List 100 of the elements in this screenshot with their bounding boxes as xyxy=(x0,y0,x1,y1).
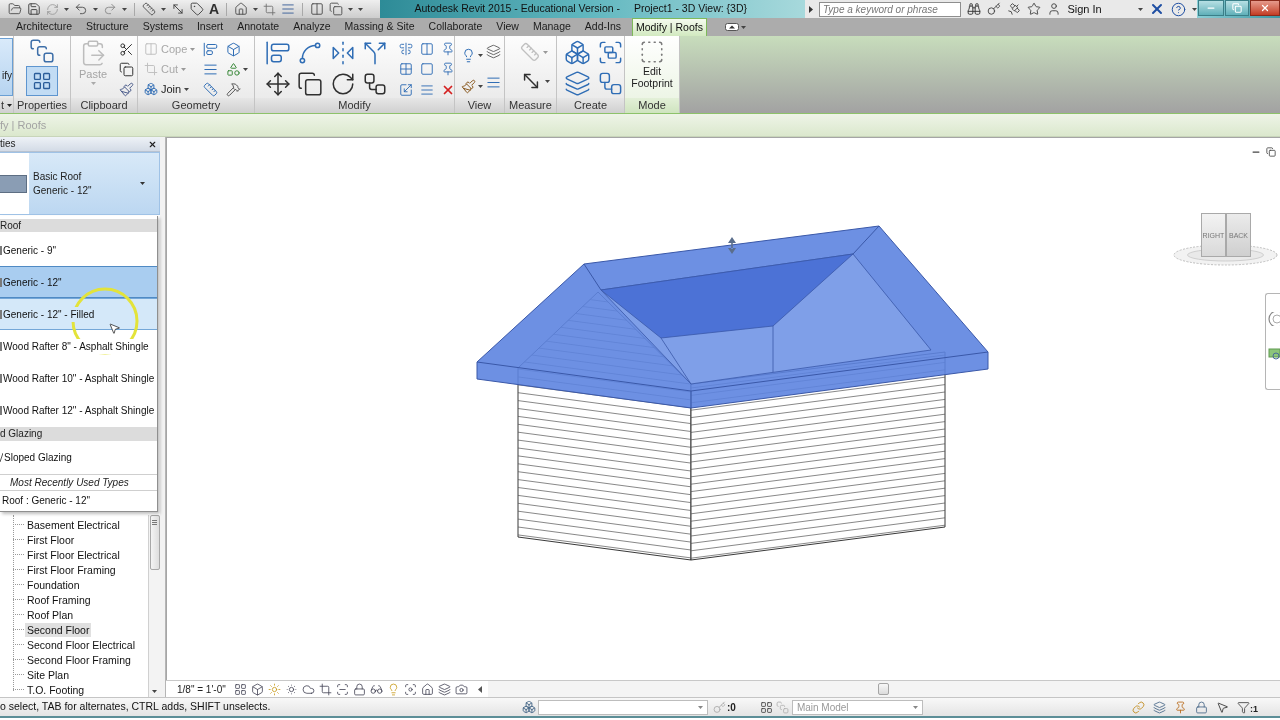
ribbon-tab[interactable]: Structure xyxy=(79,18,136,36)
scrollbar-thumb[interactable] xyxy=(149,515,160,570)
type-option[interactable]: Wood Rafter 12" - Asphalt Shingle xyxy=(0,394,157,426)
pin-icon[interactable] xyxy=(440,42,454,56)
modify-button[interactable]: ify xyxy=(0,38,13,96)
scrollbar-thumb[interactable] xyxy=(878,683,890,695)
focus-icon[interactable] xyxy=(403,682,417,696)
paintbrush-icon[interactable] xyxy=(461,79,476,95)
align-icon[interactable] xyxy=(265,40,291,66)
lines-icon[interactable] xyxy=(485,75,501,91)
paintbrush-icon[interactable] xyxy=(119,82,135,97)
star-icon[interactable] xyxy=(1027,2,1042,16)
caret-icon[interactable] xyxy=(184,87,190,91)
columns-icon[interactable] xyxy=(419,42,434,56)
type-option[interactable]: Generic - 12" - Filled xyxy=(0,298,157,330)
ribbon-tab[interactable]: Architecture xyxy=(9,18,80,36)
lightbulb-icon[interactable] xyxy=(461,48,476,64)
search-field[interactable]: Type a keyword or phrase xyxy=(819,1,962,17)
browser-item[interactable]: Basement Electrical xyxy=(25,517,122,532)
boxes-icon[interactable] xyxy=(522,700,536,714)
browser-item[interactable]: First Floor Electrical xyxy=(25,547,122,562)
type-option[interactable]: Generic - 9" xyxy=(0,234,157,266)
move-icon[interactable] xyxy=(265,71,291,98)
customize-caret-icon[interactable] xyxy=(358,7,364,11)
recent-type-option[interactable]: Roof : Generic - 12" xyxy=(0,491,157,510)
browser-item[interactable]: Foundation xyxy=(25,577,82,592)
house-icon[interactable] xyxy=(234,2,249,16)
grid-icon[interactable] xyxy=(398,62,413,77)
browser-item[interactable]: T.O. Footing xyxy=(25,682,87,697)
browser-item[interactable]: Roof Framing xyxy=(25,592,93,607)
browser-item[interactable]: First Floor xyxy=(25,532,77,547)
properties-toggle-button[interactable] xyxy=(26,66,58,96)
caret-icon[interactable] xyxy=(161,7,166,11)
grid-icon[interactable] xyxy=(233,682,247,696)
glasses-icon[interactable] xyxy=(369,682,383,696)
geometry-tool-button[interactable]: Join xyxy=(144,80,196,98)
caret-icon[interactable] xyxy=(243,68,249,71)
type-option[interactable]: Sloped Glazing xyxy=(0,441,157,474)
caret-icon[interactable] xyxy=(64,7,69,11)
satellite-icon[interactable] xyxy=(1007,2,1022,16)
lines-icon[interactable] xyxy=(203,62,219,77)
crop-icon[interactable] xyxy=(318,682,332,696)
boxes-icon[interactable] xyxy=(563,39,591,66)
up-down-arrow-icon[interactable] xyxy=(728,237,736,254)
lock-icon[interactable] xyxy=(1195,700,1208,714)
grid-icon[interactable] xyxy=(759,700,773,714)
hammer-icon[interactable] xyxy=(226,82,242,97)
copy-icon[interactable] xyxy=(119,62,135,77)
columns-icon[interactable] xyxy=(310,2,325,16)
ribbon-tab[interactable]: Massing & Site xyxy=(337,18,422,36)
house-icon[interactable] xyxy=(420,682,434,696)
ribbon-tab[interactable]: Analyze xyxy=(286,18,338,36)
x-icon[interactable] xyxy=(1149,1,1165,17)
save-icon[interactable] xyxy=(27,2,41,16)
close-icon[interactable] xyxy=(148,139,157,149)
align-icon[interactable] xyxy=(203,42,219,57)
sign-in-button[interactable]: Sign In xyxy=(1067,0,1102,18)
expand-arrow-icon[interactable] xyxy=(809,5,813,13)
ribbon-tab[interactable]: View xyxy=(489,18,526,36)
minimize-button[interactable] xyxy=(1198,0,1224,16)
caret-icon[interactable] xyxy=(1192,7,1197,11)
caret-icon[interactable] xyxy=(253,7,259,11)
caret-icon[interactable] xyxy=(122,7,127,11)
text-tool-button[interactable]: A xyxy=(209,2,220,16)
layers-icon[interactable] xyxy=(437,682,451,696)
dim-sun-icon[interactable] xyxy=(284,682,298,696)
panel-toggle-icon[interactable] xyxy=(724,23,739,31)
resize-icon[interactable] xyxy=(398,82,413,97)
cloud-icon[interactable] xyxy=(301,682,315,696)
type-option[interactable]: Wood Rafter 10" - Asphalt Shingle xyxy=(0,362,157,394)
ribbon-tab[interactable]: Collaborate xyxy=(421,18,490,36)
caret-icon[interactable] xyxy=(1138,7,1143,11)
type-option[interactable]: Generic - 12" xyxy=(0,266,157,298)
type-selector[interactable]: Basic Roof Generic - 12" xyxy=(0,152,160,215)
ribbon-tab[interactable]: Add-Ins xyxy=(577,18,629,36)
pin-icon[interactable] xyxy=(1174,700,1187,714)
browser-item[interactable]: Site Plan xyxy=(25,667,72,682)
help-icon[interactable] xyxy=(1171,1,1186,17)
layers-icon[interactable] xyxy=(485,44,501,59)
caret-icon[interactable] xyxy=(140,182,145,185)
pointer-icon[interactable] xyxy=(1216,700,1229,714)
lines-icon[interactable] xyxy=(281,2,296,16)
edit-footprint-button[interactable]: Edit Footprint xyxy=(625,36,679,99)
browser-item[interactable]: Second Floor Framing xyxy=(25,652,133,667)
diagonal-arrow-icon[interactable] xyxy=(171,2,185,16)
type-option[interactable]: Wood Rafter 8" - Asphalt Shingle xyxy=(0,330,157,362)
restore-button[interactable] xyxy=(1225,0,1249,16)
ribbon-tab[interactable]: Modify | Roofs xyxy=(632,18,707,36)
open-folder-icon[interactable] xyxy=(8,2,22,16)
split-arrows-icon[interactable] xyxy=(362,40,389,66)
grid-icon[interactable] xyxy=(32,71,52,91)
tag-icon[interactable] xyxy=(190,2,204,16)
ribbon-tab[interactable]: Insert xyxy=(189,18,231,36)
close-button[interactable] xyxy=(1250,0,1280,16)
browser-item[interactable]: First Floor Framing xyxy=(25,562,118,577)
ribbon-tab[interactable]: Annotate xyxy=(230,18,287,36)
collapse-arrow-icon[interactable] xyxy=(477,685,482,693)
key-icon[interactable] xyxy=(987,2,1002,16)
pin-icon[interactable] xyxy=(440,62,454,77)
browser-item[interactable]: Second Floor xyxy=(25,622,92,637)
